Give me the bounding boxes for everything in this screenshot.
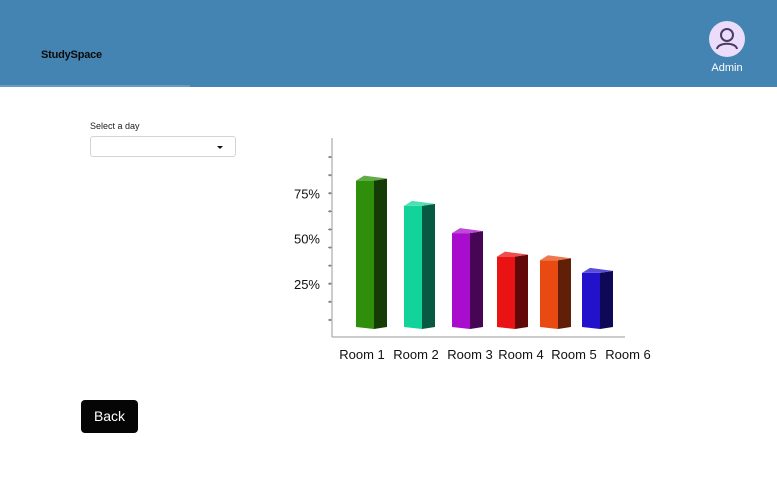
y-tick-dot: [328, 210, 332, 213]
y-tick-dot: [328, 155, 332, 159]
y-tick-label: 25%: [294, 277, 320, 292]
bar-side: [470, 231, 483, 329]
x-tick-label: Room 1: [339, 347, 385, 362]
x-tick-label: Room 2: [393, 347, 439, 362]
y-tick-dot: [328, 264, 332, 267]
bar-3[interactable]: [452, 228, 483, 329]
y-tick-dot: [328, 318, 332, 322]
bar-5[interactable]: [540, 255, 571, 329]
bar-side: [374, 178, 387, 329]
y-tick-dot: [328, 300, 332, 304]
x-tick-label: Room 3: [447, 347, 493, 362]
bar-front: [356, 180, 374, 329]
x-tick-label: Room 6: [605, 347, 651, 362]
bar-side: [600, 270, 613, 329]
bar-2[interactable]: [404, 200, 435, 329]
y-tick-dot: [328, 192, 332, 195]
bar-front: [540, 260, 558, 329]
y-tick-dot: [328, 282, 332, 285]
bar-front: [582, 272, 600, 329]
bar-4[interactable]: [497, 251, 528, 329]
x-tick-label: Room 4: [498, 347, 544, 362]
bar-front: [497, 256, 515, 329]
bar-side: [515, 254, 528, 329]
y-tick-label: 75%: [294, 186, 320, 201]
y-tick-dot: [328, 173, 332, 177]
x-tick-label: Room 5: [551, 347, 597, 362]
y-tick-dot: [328, 246, 332, 249]
bar-6[interactable]: [582, 267, 613, 329]
bar-front: [452, 233, 470, 329]
bar-side: [422, 203, 435, 329]
back-button[interactable]: Back: [81, 400, 138, 433]
bar-side: [558, 258, 571, 329]
bar-1[interactable]: [356, 175, 387, 329]
y-tick-dot: [328, 228, 332, 231]
y-tick-label: 50%: [294, 232, 320, 247]
bar-front: [404, 205, 422, 329]
